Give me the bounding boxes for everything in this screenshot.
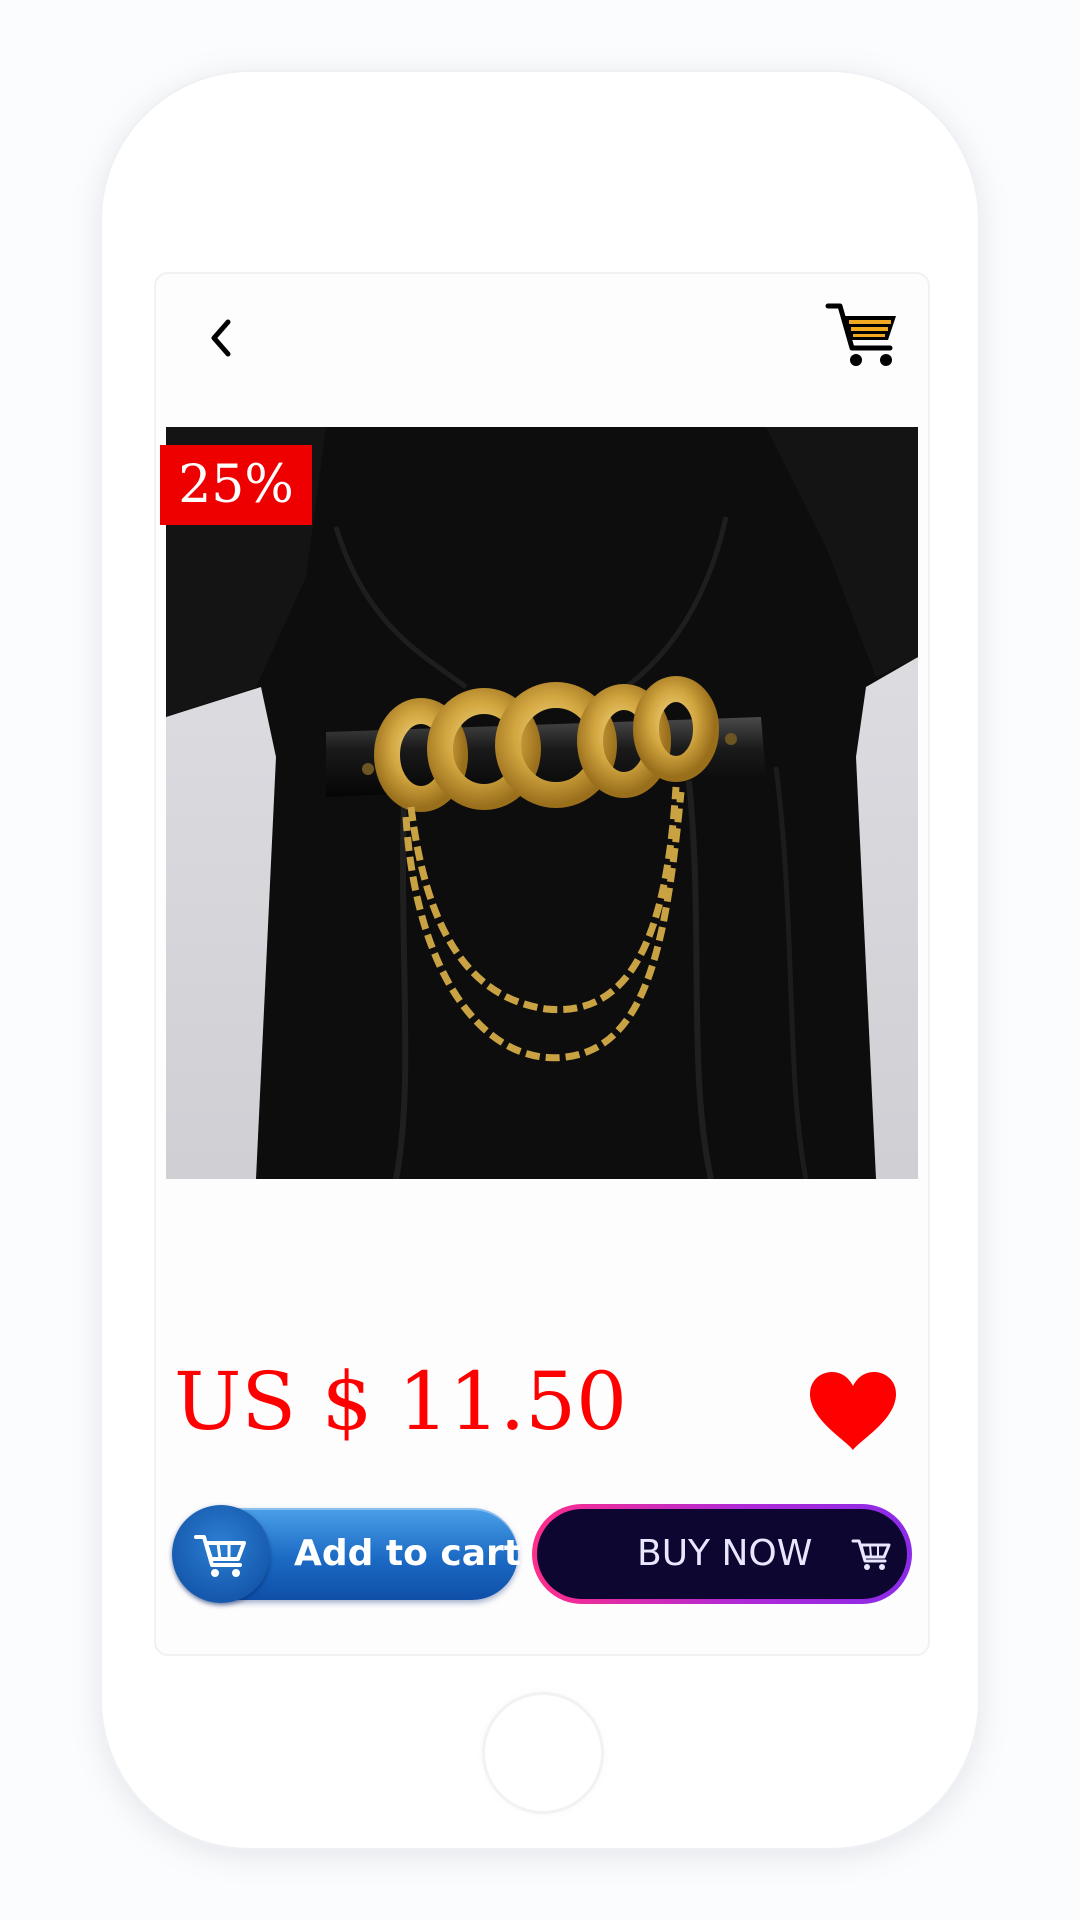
app-canvas: 25% US $ 11.50 Add to cart BUY NOW [0, 0, 1080, 1920]
chevron-left-icon [211, 319, 231, 357]
product-photo [166, 427, 918, 1179]
discount-badge: 25% [160, 445, 312, 525]
shopping-cart-icon [825, 303, 896, 366]
product-image[interactable] [166, 427, 918, 1179]
cart-button[interactable] [824, 300, 902, 372]
cart-icon-circle [172, 1505, 270, 1603]
shopping-cart-icon [851, 1539, 891, 1570]
product-price: US $ 11.50 [174, 1355, 628, 1448]
shopping-cart-icon [194, 1535, 246, 1577]
add-to-cart-label: Add to cart [294, 1533, 522, 1574]
buy-now-button[interactable]: BUY NOW [532, 1504, 912, 1604]
buy-now-label: BUY NOW [637, 1533, 813, 1574]
wishlist-button[interactable] [806, 1368, 900, 1454]
add-to-cart-button[interactable]: Add to cart [172, 1505, 522, 1603]
back-button[interactable] [198, 310, 244, 366]
buy-now-inner: BUY NOW [537, 1509, 907, 1599]
heart-icon [810, 1372, 896, 1450]
home-button[interactable] [482, 1692, 604, 1814]
